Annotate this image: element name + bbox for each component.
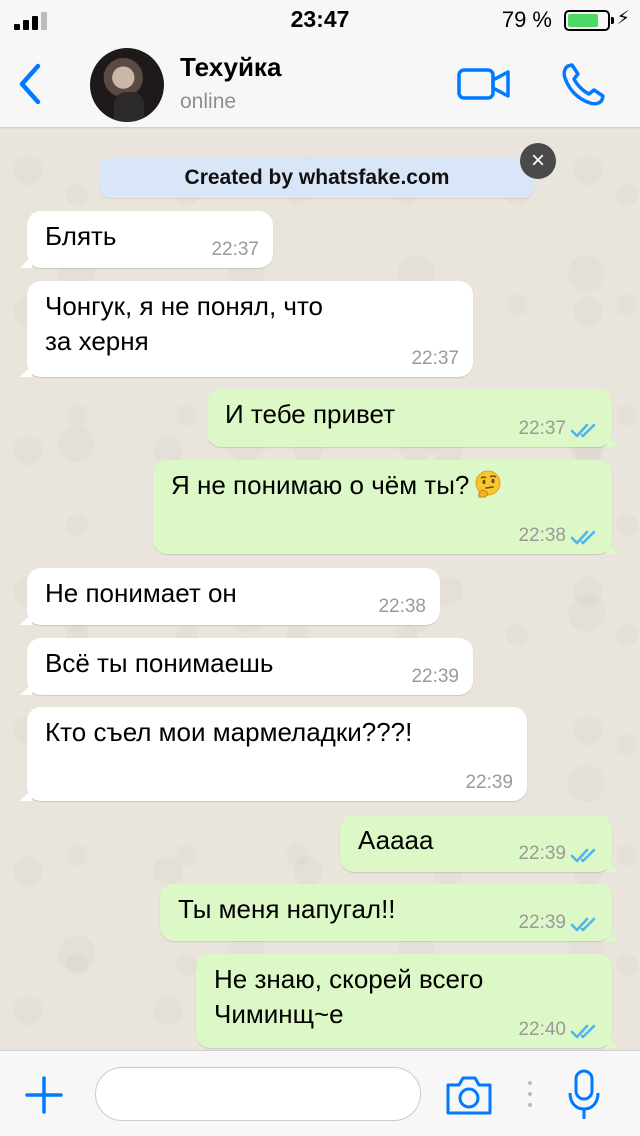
battery-icon bbox=[564, 10, 614, 31]
message-line: Я не понимаю о чём ты? bbox=[171, 470, 470, 500]
message-text: Кто съел мои мармеладки???! bbox=[45, 717, 413, 747]
message-bubble[interactable]: Не знаю, скорей всего Чиминщ~е 22:40 bbox=[196, 954, 619, 1048]
read-receipt-icon bbox=[570, 1024, 596, 1039]
compose-bar bbox=[0, 1050, 640, 1136]
message-text: И тебе привет bbox=[225, 399, 396, 429]
message-time: 22:37 bbox=[518, 418, 566, 439]
message-time: 22:37 bbox=[411, 348, 459, 369]
message-bubble[interactable]: Чонгук, я не понял, что за херня 22:37 bbox=[20, 281, 473, 377]
message-time: 22:39 bbox=[465, 772, 513, 793]
chat-area[interactable]: Created by whatsfake.com × Блять 22:37 Ч… bbox=[0, 129, 640, 1050]
message-bubble[interactable]: Ты меня напугал!! 22:39 bbox=[160, 884, 619, 941]
plus-icon bbox=[25, 1076, 63, 1114]
watermark-banner: Created by whatsfake.com bbox=[100, 158, 534, 198]
message-time: 22:37 bbox=[211, 239, 259, 260]
read-receipt-icon bbox=[570, 423, 596, 438]
close-banner-button[interactable]: × bbox=[520, 143, 556, 179]
message-time: 22:39 bbox=[518, 912, 566, 933]
battery-percent: 79 % bbox=[501, 7, 552, 32]
back-button[interactable] bbox=[14, 60, 50, 108]
message-bubble[interactable]: Не понимает он 22:38 bbox=[20, 568, 440, 625]
chat-header: Техуйка online bbox=[0, 40, 640, 128]
message-line: Чонгук, я не понял, что bbox=[45, 291, 324, 321]
microphone-button[interactable] bbox=[566, 1067, 602, 1123]
message-text: Всё ты понимаешь bbox=[45, 648, 274, 678]
message-bubble[interactable]: Я не понимаю о чём ты? 22:38 bbox=[153, 460, 619, 554]
phone-icon bbox=[562, 63, 605, 106]
charging-bolt-icon: ⚡ bbox=[616, 8, 630, 29]
contact-status: online bbox=[180, 90, 237, 113]
message-text: Ааааа bbox=[358, 825, 434, 855]
message-text: Блять bbox=[45, 221, 117, 251]
message-text: Не знаю, скорей всего Чиминщ~е bbox=[214, 962, 483, 1032]
message-bubble[interactable]: Кто съел мои мармеладки???! 22:39 bbox=[20, 707, 527, 801]
contact-name[interactable]: Техуйка bbox=[180, 52, 281, 83]
microphone-icon bbox=[568, 1069, 600, 1119]
message-time: 22:40 bbox=[518, 1019, 566, 1040]
message-line: Чиминщ~е bbox=[214, 999, 344, 1029]
thinking-face-icon bbox=[475, 470, 501, 498]
message-time: 22:38 bbox=[518, 525, 566, 546]
attach-button[interactable] bbox=[22, 1073, 66, 1117]
message-time: 22:39 bbox=[411, 666, 459, 687]
message-time: 22:39 bbox=[518, 843, 566, 864]
video-call-button[interactable] bbox=[456, 64, 512, 104]
video-camera-icon bbox=[457, 68, 510, 100]
message-input[interactable] bbox=[95, 1067, 421, 1121]
read-receipt-icon bbox=[570, 530, 596, 545]
message-text: Чонгук, я не понял, что за херня bbox=[45, 289, 323, 359]
message-line: Не знаю, скорей всего bbox=[214, 964, 484, 994]
read-receipt-icon bbox=[570, 848, 596, 863]
read-receipt-icon bbox=[570, 917, 596, 932]
camera-icon bbox=[446, 1076, 492, 1115]
message-line: за херня bbox=[45, 326, 149, 356]
message-text: Не понимает он bbox=[45, 578, 237, 608]
avatar[interactable] bbox=[90, 48, 164, 122]
message-text: Я не понимаю о чём ты? bbox=[171, 468, 503, 503]
message-bubble[interactable]: Ааааа 22:39 bbox=[340, 815, 619, 872]
message-text: Ты меня напугал!! bbox=[178, 894, 396, 924]
message-bubble[interactable]: Всё ты понимаешь 22:39 bbox=[20, 638, 473, 695]
voice-call-button[interactable] bbox=[558, 60, 608, 110]
chevron-left-icon bbox=[19, 63, 41, 105]
message-bubble[interactable]: И тебе привет 22:37 bbox=[207, 389, 619, 447]
message-time: 22:38 bbox=[378, 596, 426, 617]
more-dots-icon bbox=[528, 1081, 532, 1107]
status-bar: 23:47 79 % ⚡ bbox=[0, 0, 640, 40]
message-bubble[interactable]: Блять 22:37 bbox=[20, 211, 273, 268]
camera-button[interactable] bbox=[444, 1073, 494, 1117]
